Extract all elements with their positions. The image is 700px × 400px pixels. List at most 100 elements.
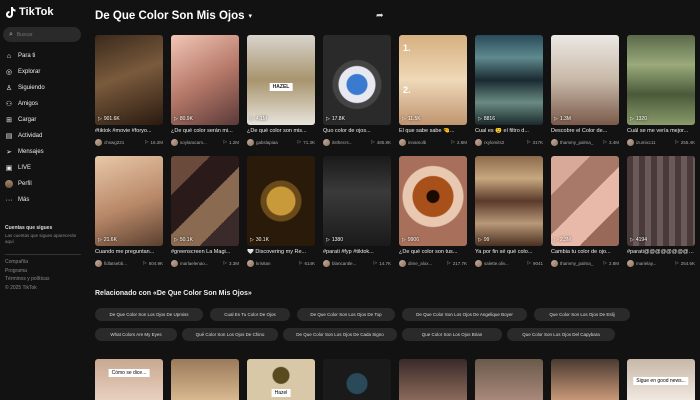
avatar[interactable]	[171, 259, 178, 267]
video-thumbnail[interactable]: 1. 2. ▷ 11.5K	[399, 35, 467, 125]
username[interactable]: fidlatsebb...	[104, 261, 141, 266]
video-thumbnail[interactable]	[323, 359, 391, 400]
video-card[interactable]: ▷ 1.3M Descobre el Color de... thammy_pal…	[551, 35, 619, 146]
avatar[interactable]	[95, 259, 102, 267]
video-card[interactable]: ▷ 30.1K 🤍 Discovering my Re... kris8an ▷ 61…	[247, 156, 315, 267]
video-caption[interactable]: #tiktok #movie #foryo...	[95, 128, 163, 136]
video-card[interactable]: Hazel	[247, 359, 315, 400]
avatar[interactable]	[627, 259, 634, 267]
avatar[interactable]	[95, 138, 102, 146]
username[interactable]: dime_alox...	[408, 261, 445, 266]
sidebar-item-explorar[interactable]: ◎ Explorar	[5, 64, 45, 80]
avatar[interactable]	[551, 259, 558, 267]
sidebar-item-perfil[interactable]: Perfil	[5, 176, 45, 192]
avatar[interactable]	[323, 138, 330, 146]
video-card[interactable]: Cómo se dice...	[95, 359, 163, 400]
video-thumbnail[interactable]: Cómo se dice...	[95, 359, 163, 400]
avatar[interactable]	[399, 259, 406, 267]
video-thumbnail[interactable]: ▷ 4194	[627, 156, 695, 246]
related-chip[interactable]: Que Color Son Los Ojos Del Capybara	[507, 328, 615, 341]
video-caption[interactable]: #parati@@@@@@@@@@...	[627, 249, 695, 257]
video-thumbnail[interactable]: ▷ 50.1K	[171, 156, 239, 246]
avatar[interactable]	[475, 138, 482, 146]
video-caption[interactable]: Ya por fin sé qué colo...	[475, 249, 543, 257]
video-card[interactable]: ▷ 50.1K #greenscreen La Magi... marlaelen…	[171, 156, 239, 267]
tiktok-logo[interactable]: TikTok	[6, 6, 53, 18]
video-card[interactable]	[323, 359, 391, 400]
video-caption[interactable]: ¿De qué color serán mi...	[171, 128, 239, 136]
share-icon[interactable]: ➦	[376, 10, 384, 21]
related-chip[interactable]: De Que Color Son Los Ojos De Cada Signo	[283, 328, 397, 341]
username[interactable]: thammy_palma_	[560, 140, 602, 145]
related-chip[interactable]: Que Color Son Los Ojos De Eslij	[534, 308, 630, 321]
video-card[interactable]: 1. 2. ▷ 11.5K El que sabe sabe 🤏... innam…	[399, 35, 467, 146]
sidebar-item-para-ti[interactable]: ⌂ Para ti	[5, 48, 45, 64]
username[interactable]: thammy_palma_	[560, 261, 602, 266]
sidebar-item-mas[interactable]: ··· Más	[5, 192, 45, 208]
related-chip[interactable]: De Que Color Son Los Ojos De Upmiss	[95, 308, 203, 321]
username[interactable]: marielay...	[636, 261, 673, 266]
username[interactable]: soylaracam...	[180, 140, 222, 145]
username[interactable]: gabslapiaa	[256, 140, 296, 145]
video-thumbnail[interactable]: Hazel	[247, 359, 315, 400]
footer-link-terms[interactable]: Términos y políticas	[5, 276, 49, 285]
avatar[interactable]	[247, 138, 254, 146]
video-card[interactable]: ▷ 21.6K Cuando me preguntan... fidlatsebb…	[95, 156, 163, 267]
video-card[interactable]: ▷ 901.6K #tiktok #movie #foryo... chswg22…	[95, 35, 163, 146]
video-thumbnail[interactable]	[399, 359, 467, 400]
video-thumbnail[interactable]	[551, 359, 619, 400]
video-thumbnail[interactable]: ▷ 1380	[323, 156, 391, 246]
video-thumbnail[interactable]: ▷ 901.6K	[95, 35, 163, 125]
video-card[interactable]: Sigue en good news...	[627, 359, 695, 400]
video-thumbnail[interactable]: HAZEL ▷ 4.1M	[247, 35, 315, 125]
video-card[interactable]	[399, 359, 467, 400]
avatar[interactable]	[399, 138, 406, 146]
related-chip[interactable]: What Colors Are My Eyes	[95, 328, 177, 341]
search-bar[interactable]: ⌕	[3, 27, 81, 42]
sidebar-item-cargar[interactable]: ⊞ Cargar	[5, 112, 45, 128]
sidebar-item-siguiendo[interactable]: ♙ Siguiendo	[5, 80, 45, 96]
chevron-down-icon[interactable]: ▾	[249, 12, 253, 20]
search-input[interactable]	[16, 31, 75, 38]
video-caption[interactable]: Cuando me preguntan...	[95, 249, 163, 257]
avatar[interactable]	[247, 259, 254, 267]
video-card[interactable]	[551, 359, 619, 400]
video-card[interactable]	[475, 359, 543, 400]
video-thumbnail[interactable]: ▷ 80.9K	[171, 35, 239, 125]
username[interactable]: rxylomits2	[484, 140, 525, 145]
video-card[interactable]: ▷ 80.9K ¿De qué color serán mi... soylara…	[171, 35, 239, 146]
video-card[interactable]: ▷ 2.3M Cambia tu color de ojo... thammy_p…	[551, 156, 619, 267]
video-caption[interactable]: El que sabe sabe 🤏...	[399, 128, 467, 136]
video-card[interactable]: ▷ 99 Ya por fin sé qué colo... salette.ol…	[475, 156, 543, 267]
related-chip[interactable]: Qué Color Son Los Ojos De Chino	[182, 328, 278, 341]
video-caption[interactable]: Cambia tu color de ojo...	[551, 249, 619, 257]
video-card[interactable]	[171, 359, 239, 400]
video-card[interactable]: ▷ 1380 #parati #fyp #tiktok... blancantle…	[323, 156, 391, 267]
avatar[interactable]	[171, 138, 178, 146]
video-thumbnail[interactable]: ▷ 8816	[475, 35, 543, 125]
video-caption[interactable]: #greenscreen La Magi...	[171, 249, 239, 257]
username[interactable]: izumixc11	[636, 140, 673, 145]
footer-link-company[interactable]: Compañía	[5, 259, 49, 268]
video-card[interactable]: ▷ 9906 ¿De qué color son tus... dime_alox…	[399, 156, 467, 267]
sidebar-item-live[interactable]: ▣ LIVE	[5, 160, 45, 176]
avatar[interactable]	[323, 259, 330, 267]
video-caption[interactable]: Descobre el Color de...	[551, 128, 619, 136]
video-thumbnail[interactable]: ▷ 17.8K	[323, 35, 391, 125]
username[interactable]: salette.oliv...	[484, 261, 526, 266]
related-chip[interactable]: De Que Color Son Los Ojos De Angelique B…	[402, 308, 527, 321]
avatar[interactable]	[475, 259, 482, 267]
related-chip[interactable]: Que Color Son Los Ojos Brian	[402, 328, 502, 341]
username[interactable]: innamolb	[408, 140, 450, 145]
video-caption[interactable]: #parati #fyp #tiktok...	[323, 249, 391, 257]
video-thumbnail[interactable]: ▷ 99	[475, 156, 543, 246]
footer-link-program[interactable]: Programa	[5, 268, 49, 277]
avatar[interactable]	[551, 138, 558, 146]
video-thumbnail[interactable]: ▷ 2.3M	[551, 156, 619, 246]
video-card[interactable]: ▷ 1320 Cuál se me vería mejor... izumixc1…	[627, 35, 695, 146]
video-caption[interactable]: ¿De qué color son mis...	[247, 128, 315, 136]
video-thumbnail[interactable]: Sigue en good news...	[627, 359, 695, 400]
video-caption[interactable]: Quo color de ojos...	[323, 128, 391, 136]
video-thumbnail[interactable]	[475, 359, 543, 400]
video-card[interactable]: ▷4194 #parati@@@@@@@@@@... marielay...▷2…	[627, 156, 695, 267]
